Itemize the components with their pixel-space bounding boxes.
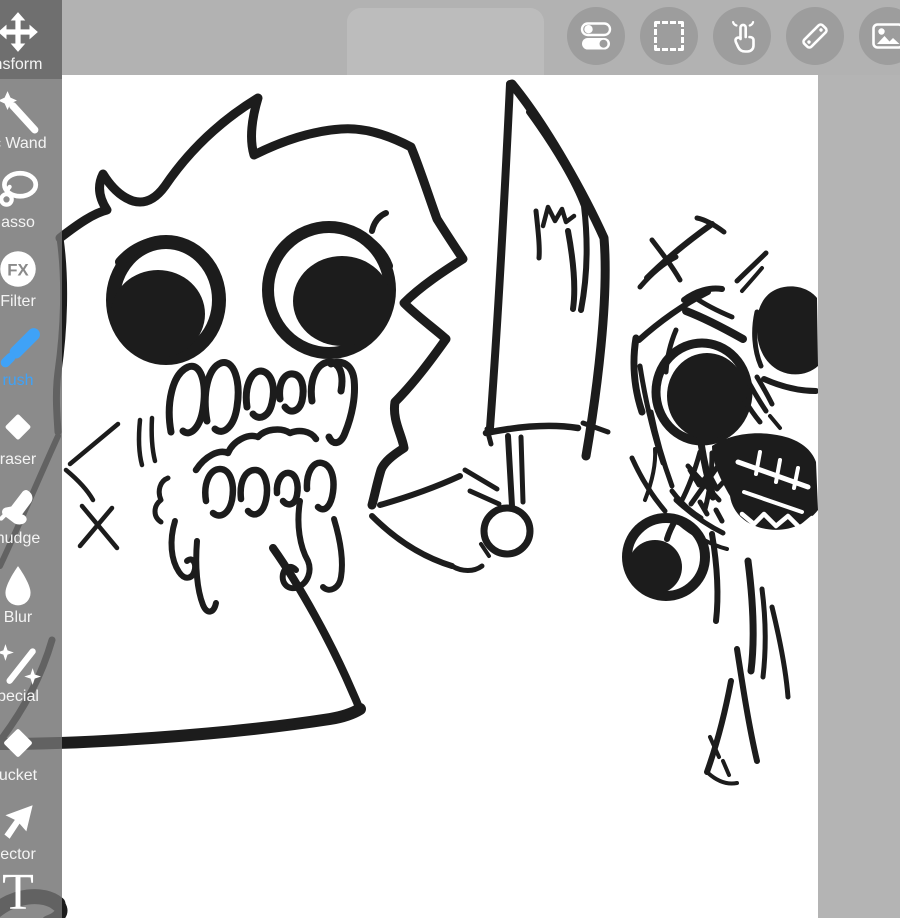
text-tool-icon: T	[2, 864, 34, 918]
tool-label: ucket	[0, 767, 38, 784]
lasso-icon	[0, 166, 41, 214]
sidebar-item-eraser[interactable]: raser	[0, 395, 62, 474]
fx-icon: FX	[0, 245, 41, 293]
toggles-icon	[579, 19, 613, 53]
ruler-button[interactable]	[786, 7, 844, 65]
water-drop-icon	[0, 561, 41, 609]
tool-label: asso	[1, 214, 35, 231]
cursor-arrow-icon	[0, 798, 41, 846]
touch-gesture-button[interactable]	[713, 7, 771, 65]
tool-label: pecial	[0, 688, 39, 705]
canvas-right-gutter	[818, 0, 900, 918]
tool-label: nudge	[0, 530, 41, 547]
app-window: nsform ic Wand asso	[0, 0, 900, 918]
magic-wand-icon	[0, 87, 41, 135]
tool-label: nsform	[0, 56, 43, 73]
sidebar-item-brush[interactable]: rush	[0, 316, 62, 395]
marquee-icon	[654, 21, 684, 51]
smudge-hand-icon	[0, 482, 41, 530]
tool-label: ector	[0, 846, 36, 863]
sidebar-item-lasso[interactable]: asso	[0, 158, 62, 237]
tool-label: Filter	[0, 293, 36, 310]
sidebar-item-transform[interactable]: nsform	[0, 0, 62, 79]
toolbar-panel	[347, 8, 544, 75]
sidebar-item-text[interactable]: T	[0, 864, 62, 918]
sidebar-item-special[interactable]: pecial	[0, 632, 62, 711]
ruler-icon	[797, 18, 833, 54]
tool-label: raser	[0, 451, 37, 468]
drawing-canvas[interactable]	[0, 0, 900, 918]
sidebar-item-smudge[interactable]: nudge	[0, 474, 62, 553]
tool-label: Blur	[3, 609, 33, 626]
marquee-select-button[interactable]	[640, 7, 698, 65]
eraser-icon	[0, 403, 41, 451]
sidebar-item-bucket[interactable]: ucket	[0, 711, 62, 790]
fx-icon-text: FX	[7, 260, 28, 279]
toggles-button[interactable]	[567, 7, 625, 65]
toolbar-buttons	[567, 7, 900, 65]
touch-hand-icon	[724, 18, 760, 54]
tool-sidebar: nsform ic Wand asso	[0, 0, 62, 918]
tool-label: rush	[2, 372, 34, 389]
sidebar-item-filter[interactable]: FX Filter	[0, 237, 62, 316]
move-icon	[0, 8, 41, 56]
sidebar-item-blur[interactable]: Blur	[0, 553, 62, 632]
bucket-icon	[0, 719, 41, 767]
sparkle-pen-icon	[0, 640, 41, 688]
sidebar-item-selector[interactable]: ector	[0, 790, 62, 869]
brush-icon	[0, 324, 41, 372]
tool-label: ic Wand	[0, 135, 47, 152]
sidebar-item-magic-wand[interactable]: ic Wand	[0, 79, 62, 158]
top-toolbar	[0, 0, 900, 75]
image-button[interactable]	[859, 7, 900, 65]
image-icon	[870, 18, 900, 54]
